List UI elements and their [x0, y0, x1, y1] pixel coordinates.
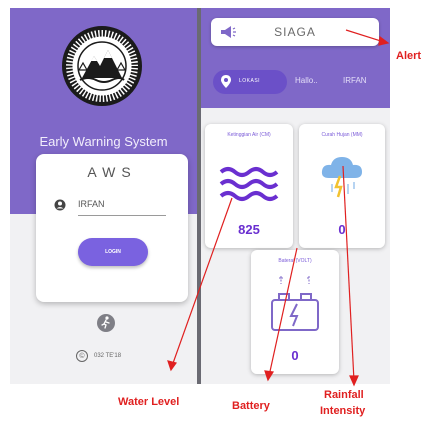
alert-arrow: [345, 29, 385, 43]
annotation-arrows: [167, 29, 390, 387]
battery-annotation: Battery: [232, 400, 270, 412]
water-level-annotation: Water Level: [118, 396, 180, 408]
rainfall-annotation-line1: Rainfall: [324, 389, 364, 401]
water-level-arrow: [171, 197, 233, 367]
rainfall-annotation-line2: Intensity: [320, 405, 366, 417]
rainfall-arrow: [342, 165, 355, 382]
alert-annotation: Alert: [396, 50, 422, 62]
battery-arrow: [268, 247, 298, 377]
